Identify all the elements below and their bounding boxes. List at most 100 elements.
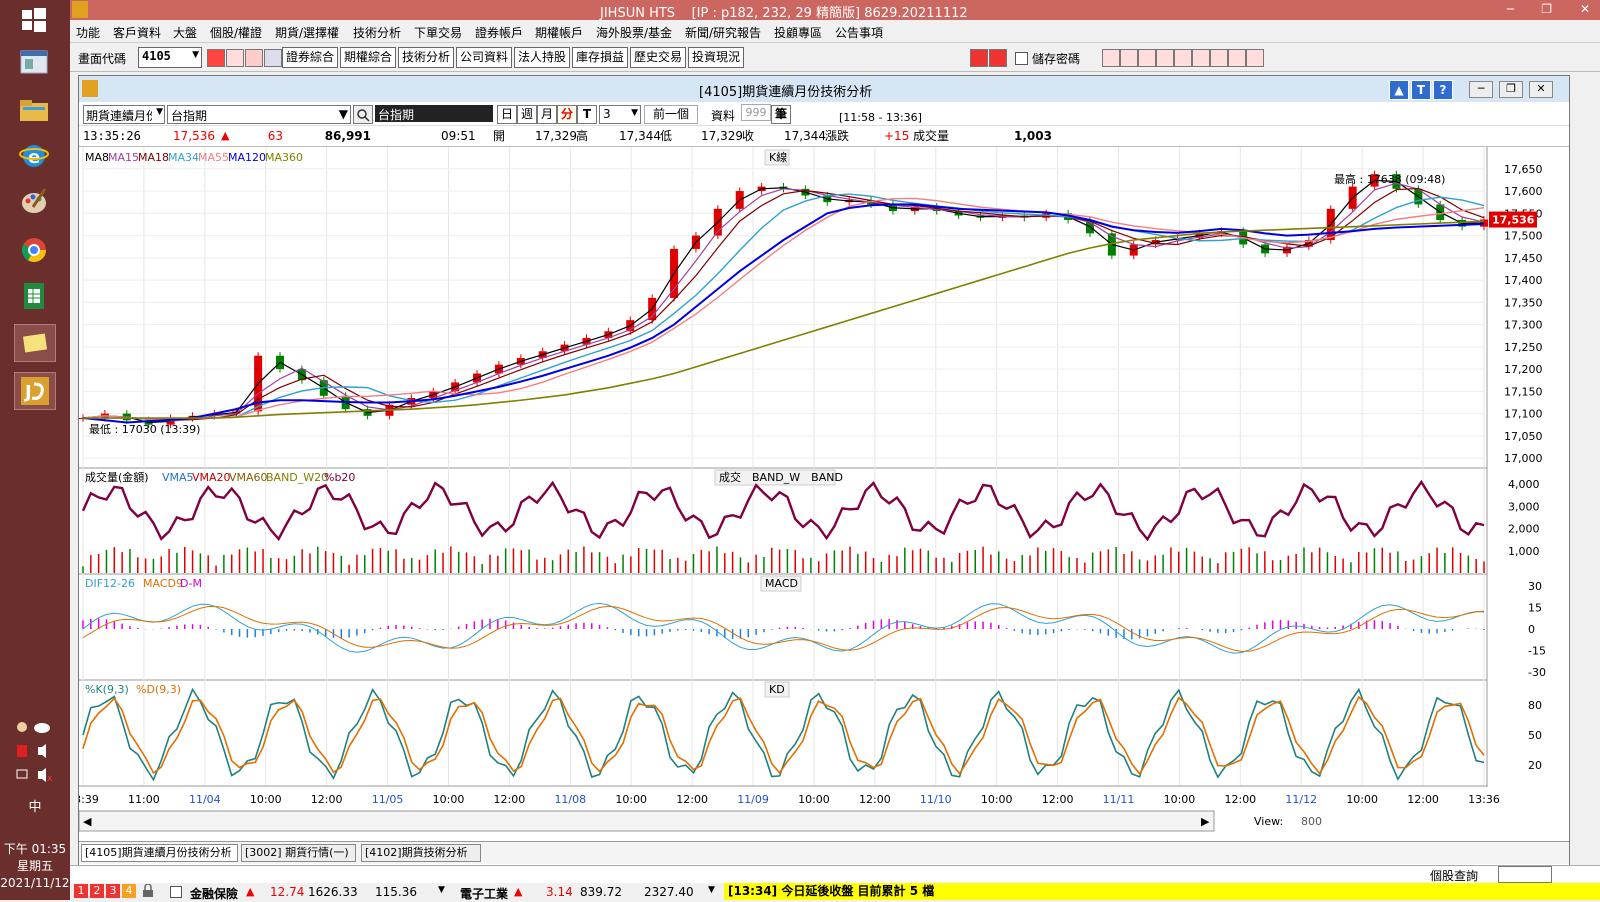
dropdown-icon[interactable] [264,49,282,67]
data-unit-button[interactable]: 筆 [771,105,791,124]
internet-explorer-icon[interactable]: e [14,138,54,174]
menu-item-stock-warrant[interactable]: 個股/權證 [210,24,262,41]
tool-list-icon[interactable] [1156,49,1174,67]
quote-time: 13:35:26 [83,129,141,143]
panel-minimize-button[interactable]: ─ [1469,81,1493,98]
menu-item-securities-account[interactable]: 證券帳戶 [475,24,523,41]
btn-inventory-pnl[interactable]: 庫存損益 [572,47,628,68]
menu-item-customer[interactable]: 客戶資料 [113,24,161,41]
up-arrow-icon: ▲ [246,885,255,898]
help-icon[interactable]: ? [1433,80,1453,100]
stock-query-bar: 個股查詢 [70,866,1600,883]
arrow-right-icon[interactable] [989,49,1007,67]
menu-item-function[interactable]: 功能 [76,24,100,41]
search-icon[interactable] [353,105,373,124]
screen-3-button[interactable]: 3 [106,884,120,898]
technical-chart[interactable]: 13:39 11:00 11/04 10:00 12:00 11/05 10:00 12:00… [79,147,1569,837]
tool-pencil-icon[interactable] [1102,49,1120,67]
btn-technical-analysis[interactable]: 技術分析 [398,47,454,68]
menu-item-announcements[interactable]: 公告事項 [835,24,883,41]
restore-button[interactable]: ❐ [1541,2,1552,16]
data-count-input[interactable]: 999 [741,104,771,121]
view-label: View: [1254,815,1283,828]
product-name-input[interactable]: 台指期 ▼ [167,105,351,124]
chevron-down-icon: ▼ [631,108,638,118]
dropdown-arrow-icon[interactable]: ▼ [339,107,348,121]
screen-4-button[interactable]: 4 [122,884,136,898]
menu-item-futures-account[interactable]: 期權帳戶 [535,24,583,41]
volume-legend-item: VMA60 [229,471,268,484]
period-month-button[interactable]: 月 [537,105,557,124]
btn-options-summary[interactable]: 期權綜合 [340,47,396,68]
menu-item-technical[interactable]: 技術分析 [353,24,401,41]
ticker-checkbox[interactable] [170,886,182,898]
chevron-down-icon[interactable]: ▼ [438,885,445,895]
panel-close-button[interactable]: ✕ [1529,81,1553,98]
stock-query-input[interactable] [1498,866,1552,883]
x-axis-tick-label: 12:00 [859,793,891,806]
prev-button[interactable]: 前一個 [644,105,698,124]
screen-1-button[interactable]: 1 [74,884,88,898]
tool-text-icon[interactable] [1174,49,1192,67]
close-button[interactable]: ✕ [1580,2,1590,16]
period-tick-button[interactable]: T [577,105,597,124]
file-explorer-icon[interactable] [14,92,54,128]
ime-indicator[interactable]: 中 [0,796,70,815]
btn-company-info[interactable]: 公司資料 [456,47,512,68]
tool-export-icon[interactable] [1246,49,1264,67]
menu-item-market[interactable]: 大盤 [173,24,197,41]
menu-item-order[interactable]: 下單交易 [414,24,462,41]
chart-red-icon[interactable] [245,49,263,67]
panel-restore-button[interactable]: ❐ [1499,81,1523,98]
minimize-button[interactable]: ─ [1507,2,1514,16]
menu-item-overseas[interactable]: 海外股票/基金 [596,24,672,41]
windows-start-icon[interactable] [14,2,54,38]
sticky-notes-icon[interactable] [14,324,56,362]
lock-icon[interactable] [142,883,154,898]
sector1-change: 12.74 [270,885,305,899]
period-day-button[interactable]: 日 [497,105,517,124]
tool-sheet-icon[interactable] [1192,49,1210,67]
macd-legend-item: D-M [180,577,202,590]
price-tick-label: 17,250 [1504,341,1543,354]
tool-table-icon[interactable] [1138,49,1156,67]
product-type-select[interactable]: 期貨連續月份 ▼ [83,105,165,124]
code-select[interactable]: 4105 ▼ [138,47,202,68]
x-axis-tick-label: 11/10 [920,793,952,806]
app-window-icon[interactable] [14,44,54,80]
system-clock[interactable]: 下午 01:35 星期五 2021/11/12 [0,841,70,892]
x-axis-tick-label: 11/08 [554,793,586,806]
tab-4102[interactable]: [4102]期貨技術分析 [361,844,481,862]
btn-securities-summary[interactable]: 證券綜合 [282,47,338,68]
sector2-volume: 2327.40 [644,885,694,899]
menu-item-futures-options[interactable]: 期貨/選擇權 [275,24,339,41]
screen-2-button[interactable]: 2 [90,884,104,898]
chrome-icon[interactable] [14,232,54,268]
tool-group-icon[interactable] [1228,49,1246,67]
save-password-checkbox[interactable] [1015,52,1028,65]
minutes-select[interactable]: 3 ▼ [599,105,641,124]
jihsun-hts-icon[interactable]: J [14,372,56,410]
arrow-left-icon[interactable] [970,49,988,67]
tool-user-icon[interactable] [1210,49,1228,67]
tool-chart-icon[interactable] [1120,49,1138,67]
triangle-up-icon[interactable]: ▲ [1389,80,1409,100]
quote-change-arrow: ▲ [221,129,230,142]
spreadsheet-icon[interactable] [14,278,54,314]
period-minute-button[interactable]: 分 [557,105,577,124]
selected-product-text: 台指期 [378,108,415,122]
tab-3002[interactable]: [3002] 期貨行情(一) [241,844,356,862]
btn-investment-status[interactable]: 投資現況 [688,47,744,68]
btn-institutional[interactable]: 法人持股 [514,47,570,68]
btn-history-trades[interactable]: 歷史交易 [630,47,686,68]
folder-red-icon[interactable] [226,49,244,67]
paint-icon[interactable] [14,184,54,220]
menu-item-news[interactable]: 新聞/研究報告 [685,24,761,41]
search-red-icon[interactable] [207,49,225,67]
panel-title: [4105]期貨連續月份技術分析 [699,85,873,100]
menu-item-advisory[interactable]: 投顧專區 [774,24,822,41]
period-week-button[interactable]: 週 [517,105,537,124]
tab-4105[interactable]: [4105]期貨連續月份技術分析 [81,844,238,862]
chevron-down-icon[interactable]: ▼ [708,885,715,895]
template-icon[interactable]: T [1411,80,1431,100]
